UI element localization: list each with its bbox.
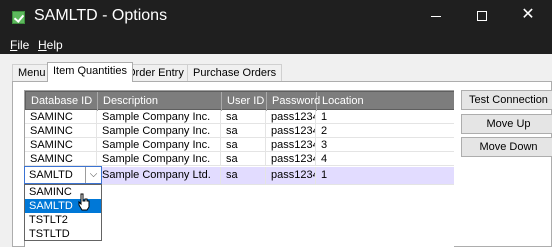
cell-user-id[interactable]: sa [221,110,266,124]
menu-file[interactable]: File [10,38,29,52]
cell-user-id[interactable]: sa [221,167,266,185]
combobox-value: SAMLTD [29,169,73,181]
table-row[interactable]: SAMINC Sample Company Inc. sa pass1234 1 [25,110,454,124]
cell-description[interactable]: Sample Company Inc. [97,152,221,166]
column-password[interactable]: Password [267,92,320,111]
column-user-id[interactable]: User ID [222,92,267,111]
minimize-icon [431,15,441,17]
maximize-icon [477,11,487,22]
title-bar: SAMLTD - Options ✕ [0,0,552,36]
maximize-button[interactable] [459,0,505,30]
cell-description[interactable]: Sample Company Ltd. [97,167,221,185]
minimize-button[interactable] [413,0,459,30]
menu-bar: File Help [0,36,552,54]
column-description[interactable]: Description [98,92,222,111]
tab-purchase-orders[interactable]: Purchase Orders [187,64,283,81]
chevron-down-icon[interactable]: ⌵ [85,167,101,183]
cell-location[interactable]: 4 [316,152,454,166]
cell-database-id[interactable]: SAMINC [25,124,97,138]
menu-help[interactable]: Help [38,38,63,52]
dropdown-option-tstltd[interactable]: TSTLTD [25,227,101,241]
cell-description[interactable]: Sample Company Inc. [97,110,221,124]
column-location[interactable]: Location [317,92,454,111]
cell-database-id[interactable]: SAMINC [25,152,97,166]
cell-description[interactable]: Sample Company Inc. [97,138,221,152]
database-id-combobox[interactable]: SAMLTD ⌵ [24,166,102,184]
cell-password[interactable]: pass1234 [266,110,316,124]
column-database-id[interactable]: Database ID [26,92,98,111]
grid-header: Database ID Description User ID Password… [25,91,454,111]
cell-location[interactable]: 2 [316,124,454,138]
table-row[interactable]: SAMINC Sample Company Inc. sa pass1234 3 [25,138,454,152]
check-icon [12,11,25,24]
hand-pointer-icon [78,193,90,211]
cell-location[interactable]: 3 [316,138,454,152]
cell-database-id[interactable]: SAMINC [25,138,97,152]
close-button[interactable]: ✕ [505,0,551,30]
options-window: SAMLTD - Options ✕ File Help Menu Item Q… [0,0,552,247]
tab-item-quantities[interactable]: Item Quantities [47,62,133,82]
cell-user-id[interactable]: sa [221,152,266,166]
cell-password[interactable]: pass1234 [266,152,316,166]
window-title: SAMLTD - Options [34,7,168,24]
table-row[interactable]: SAMINC Sample Company Inc. sa pass1234 4 [25,152,454,166]
cell-location[interactable]: 1 [316,110,454,124]
cell-user-id[interactable]: sa [221,124,266,138]
cell-user-id[interactable]: sa [221,138,266,152]
cell-password[interactable]: pass1234 [266,167,316,185]
cell-location[interactable]: 1 [316,167,454,185]
move-up-button[interactable]: Move Up [461,114,552,134]
cell-database-id[interactable]: SAMINC [25,110,97,124]
table-row[interactable]: SAMINC Sample Company Inc. sa pass1234 2 [25,124,454,138]
cell-password[interactable]: pass1234 [266,138,316,152]
cell-password[interactable]: pass1234 [266,124,316,138]
tab-menu[interactable]: Menu [12,64,52,81]
move-down-button[interactable]: Move Down [461,137,552,157]
cell-description[interactable]: Sample Company Inc. [97,124,221,138]
test-connection-button[interactable]: Test Connection [461,90,552,110]
dropdown-option-tstlt2[interactable]: TSTLT2 [25,213,101,227]
